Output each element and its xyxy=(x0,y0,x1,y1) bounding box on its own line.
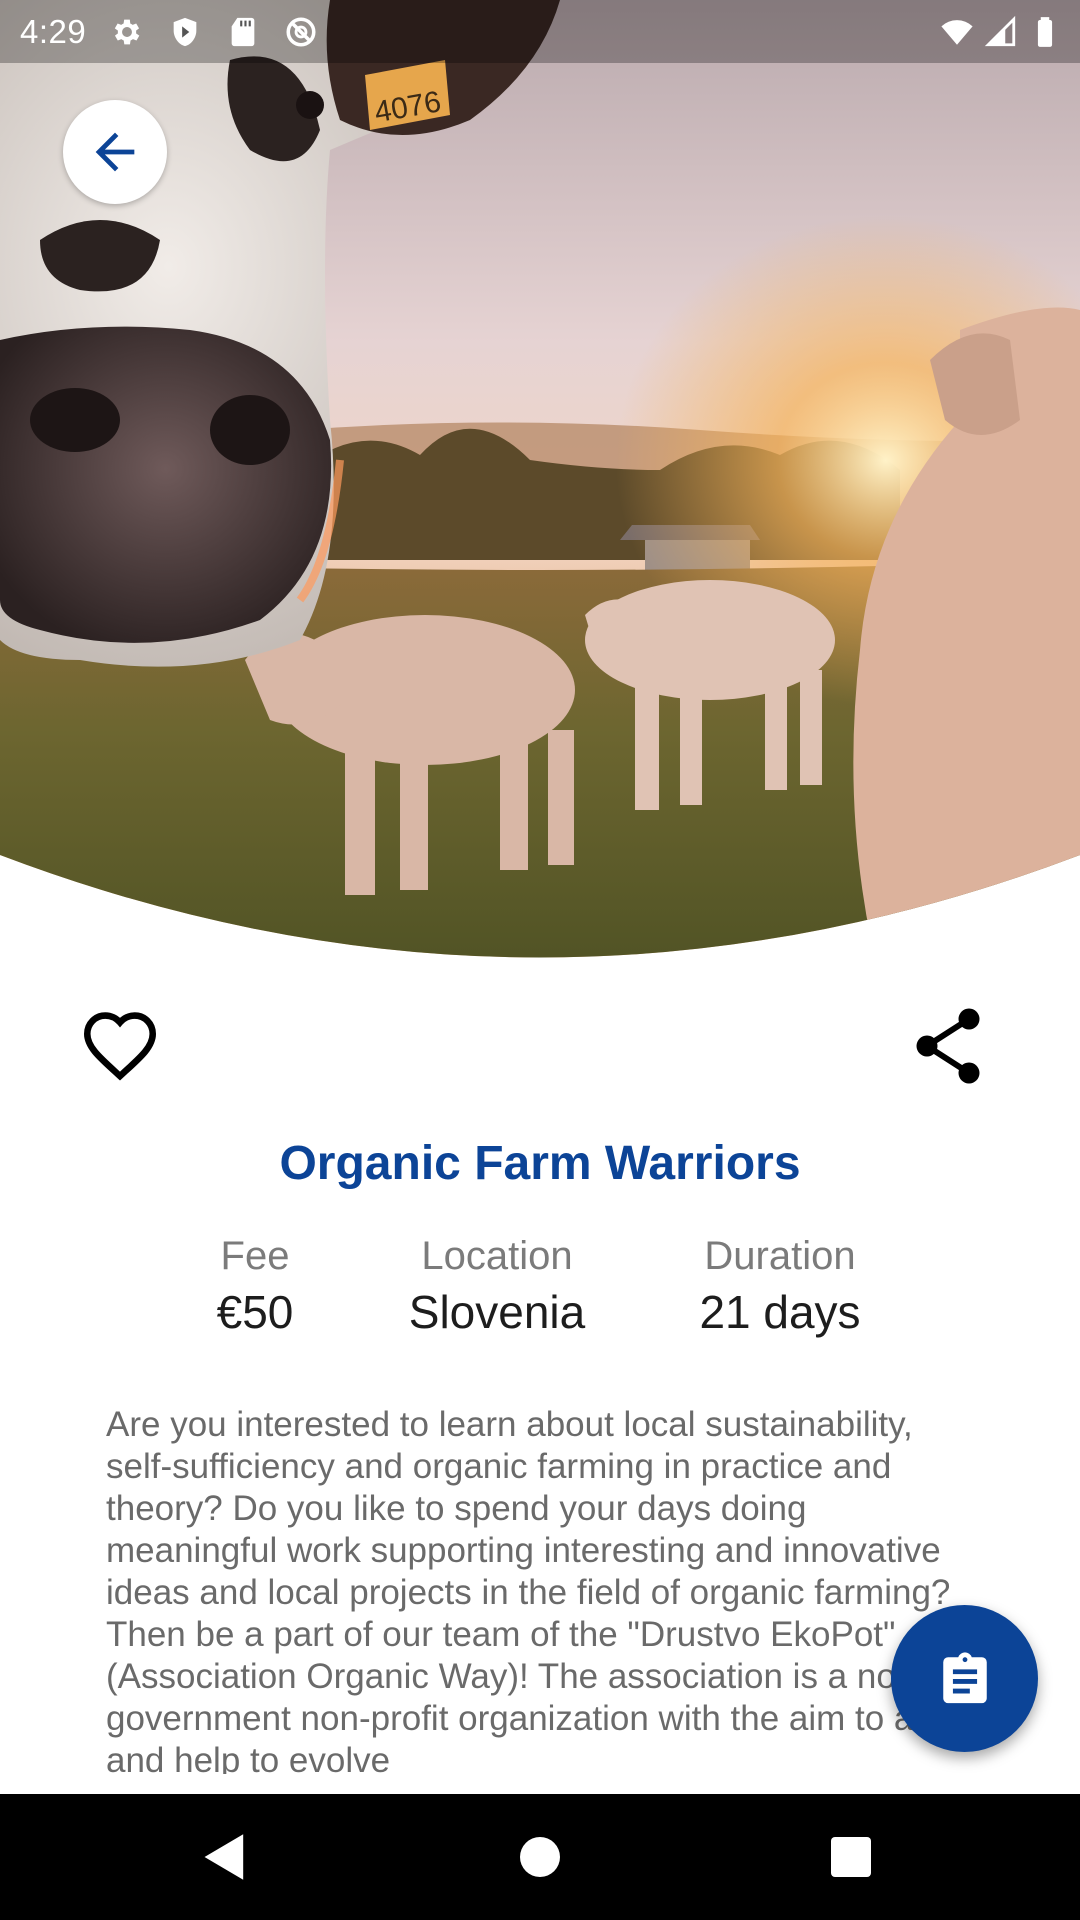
duration-value: 21 days xyxy=(699,1286,861,1338)
status-time: 4:29 xyxy=(20,12,87,50)
sd-card-icon xyxy=(226,15,260,49)
duration-info: Duration 21 days xyxy=(650,1230,910,1342)
shield-icon xyxy=(168,15,202,49)
battery-icon xyxy=(1028,15,1062,49)
heart-outline-icon xyxy=(80,1009,160,1081)
duration-label: Duration xyxy=(704,1234,856,1278)
description-text: Are you interested to learn about local … xyxy=(106,1405,984,1774)
fee-info: Fee €50 xyxy=(125,1230,385,1342)
status-left-icons xyxy=(110,15,318,49)
nav-back-button[interactable] xyxy=(190,1822,260,1892)
clipboard-icon xyxy=(936,1650,994,1708)
back-button[interactable] xyxy=(63,100,167,204)
settings-icon xyxy=(110,15,144,49)
nav-recents-icon xyxy=(831,1837,871,1877)
wifi-icon xyxy=(940,15,974,49)
arrow-left-icon xyxy=(86,123,144,181)
location-value: Slovenia xyxy=(408,1286,586,1338)
nav-back-icon xyxy=(202,1832,248,1882)
fee-label: Fee xyxy=(220,1234,290,1278)
favorite-button[interactable] xyxy=(78,1007,162,1083)
page-title: Organic Farm Warriors xyxy=(279,1137,801,1190)
nav-home-button[interactable] xyxy=(505,1822,575,1892)
status-bar: 4:29 xyxy=(0,0,1080,63)
share-button[interactable] xyxy=(910,1006,986,1086)
nav-home-icon xyxy=(520,1837,560,1877)
cell-signal-icon xyxy=(984,15,1018,49)
share-icon xyxy=(912,1007,984,1085)
nav-recents-button[interactable] xyxy=(816,1822,886,1892)
fee-value: €50 xyxy=(216,1286,294,1338)
location-label: Location xyxy=(421,1234,573,1278)
status-right-icons xyxy=(940,15,1062,49)
screen: 4076 4:29 Organic Farm Warriors Fee €50 … xyxy=(0,0,1080,1920)
system-nav-bar xyxy=(0,1794,1080,1920)
apply-fab-button[interactable] xyxy=(891,1605,1038,1752)
location-info: Location Slovenia xyxy=(367,1230,627,1342)
do-not-disturb-icon xyxy=(284,15,318,49)
